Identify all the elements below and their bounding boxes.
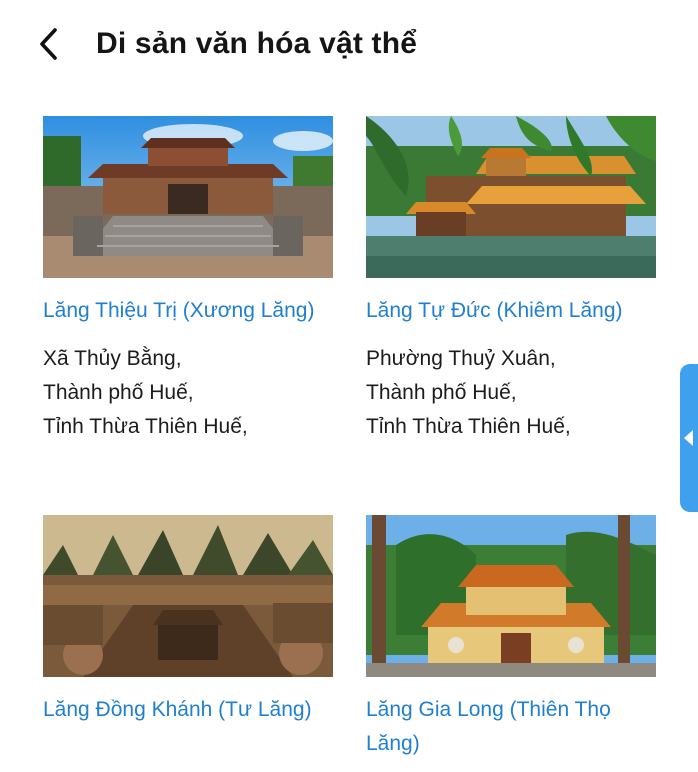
heritage-title-link[interactable]: Lăng Thiệu Trị (Xương Lăng) (43, 294, 335, 328)
chevron-left-icon (40, 28, 57, 60)
heritage-card[interactable]: Lăng Gia Long (Thiên Thọ Lăng) (366, 515, 658, 761)
heritage-card[interactable]: Lăng Tự Đức (Khiêm Lăng) Phường Thuỷ Xuâ… (366, 116, 658, 444)
address-line: Tỉnh Thừa Thiên Huế, (366, 415, 571, 438)
heritage-card[interactable]: Lăng Đồng Khánh (Tư Lăng) (43, 515, 335, 727)
heritage-title-link[interactable]: Lăng Đồng Khánh (Tư Lăng) (43, 693, 335, 727)
address-line: Phường Thuỷ Xuân, (366, 347, 556, 370)
heritage-address: Phường Thuỷ Xuân, Thành phố Huế, Tỉnh Th… (366, 342, 658, 444)
mausoleum-photo (43, 116, 333, 278)
heritage-title-link[interactable]: Lăng Tự Đức (Khiêm Lăng) (366, 294, 658, 328)
mausoleum-photo (366, 116, 656, 278)
heritage-title-link[interactable]: Lăng Gia Long (Thiên Thọ Lăng) (366, 693, 658, 761)
side-drawer-tab[interactable] (680, 364, 698, 512)
heritage-thumbnail[interactable] (43, 116, 333, 278)
app-screen: Di sản văn hóa vật thể Lăng Thiệu Trị (X… (0, 0, 698, 772)
header-bar: Di sản văn hóa vật thể (0, 0, 698, 88)
heritage-address: Xã Thủy Bằng, Thành phố Huế, Tỉnh Thừa T… (43, 342, 335, 444)
address-line: Thành phố Huế, (43, 381, 194, 404)
address-line: Tỉnh Thừa Thiên Huế, (43, 415, 248, 438)
heritage-card[interactable]: Lăng Thiệu Trị (Xương Lăng) Xã Thủy Bằng… (43, 116, 335, 444)
page-title: Di sản văn hóa vật thể (96, 27, 418, 60)
heritage-thumbnail[interactable] (366, 515, 656, 677)
heritage-thumbnail[interactable] (366, 116, 656, 278)
mausoleum-photo (43, 515, 333, 677)
caret-left-icon (684, 430, 693, 446)
mausoleum-photo (366, 515, 656, 677)
heritage-thumbnail[interactable] (43, 515, 333, 677)
back-button[interactable] (28, 22, 72, 66)
address-line: Xã Thủy Bằng, (43, 347, 182, 370)
address-line: Thành phố Huế, (366, 381, 517, 404)
